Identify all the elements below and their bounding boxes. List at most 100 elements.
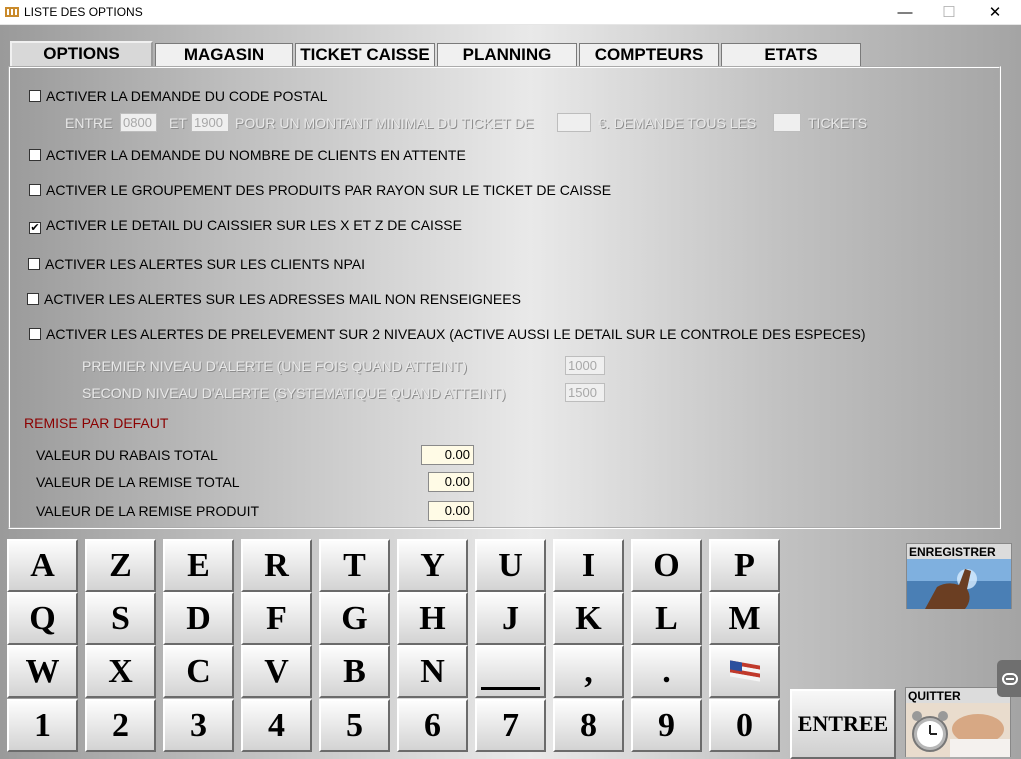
input-second-niveau[interactable]: 1500 [565, 383, 605, 402]
input-remise-total[interactable]: 0.00 [428, 472, 474, 492]
key-h[interactable]: H [397, 592, 468, 645]
close-button[interactable]: ✕ [972, 0, 1018, 25]
client-area: OPTIONS MAGASIN TICKET CAISSE PLANNING C… [0, 25, 1021, 759]
key-u[interactable]: U [475, 539, 546, 592]
tab-planning[interactable]: PLANNING [437, 43, 577, 67]
option-label: ACTIVER LE DETAIL DU CAISSIER SUR LES X … [46, 217, 462, 233]
flag-icon [729, 660, 760, 682]
input-heure-debut[interactable]: 0800 [120, 113, 157, 132]
label-entre: ENTRE [65, 115, 113, 131]
key-i[interactable]: I [553, 539, 624, 592]
option-detail-caissier[interactable]: ✔ ACTIVER LE DETAIL DU CAISSIER SUR LES X… [29, 217, 462, 234]
tab-magasin[interactable]: MAGASIN [155, 43, 293, 67]
key-3[interactable]: 3 [163, 699, 234, 752]
option-code-postal[interactable]: ACTIVER LA DEMANDE DU CODE POSTAL [29, 88, 327, 104]
option-label: ACTIVER LE GROUPEMENT DES PRODUITS PAR R… [46, 182, 612, 198]
key-c[interactable]: C [163, 645, 234, 698]
option-alertes-mail[interactable]: ACTIVER LES ALERTES SUR LES ADRESSES MAI… [27, 291, 521, 307]
key-7[interactable]: 7 [475, 699, 546, 752]
tab-options[interactable]: OPTIONS [10, 41, 153, 68]
option-label: ACTIVER LES ALERTES SUR LES ADRESSES MAI… [44, 291, 521, 307]
key-d[interactable]: D [163, 592, 234, 645]
key-space[interactable] [475, 645, 546, 698]
option-label: ACTIVER LA DEMANDE DU CODE POSTAL [46, 88, 328, 104]
key-r[interactable]: R [241, 539, 312, 592]
input-premier-niveau[interactable]: 1000 [565, 356, 605, 375]
key-k[interactable]: K [553, 592, 624, 645]
quitter-label: QUITTER [908, 689, 961, 703]
label-second-niveau: SECOND NIVEAU D'ALERTE (SYSTEMATIQUE QUA… [82, 385, 506, 401]
input-nombre-tickets[interactable] [773, 113, 801, 132]
key-6[interactable]: 6 [397, 699, 468, 752]
input-heure-fin[interactable]: 1900 [191, 113, 229, 132]
option-clients-attente[interactable]: ACTIVER LA DEMANDE DU NOMBRE DE CLIENTS … [29, 147, 466, 163]
key-w[interactable]: W [7, 645, 78, 698]
key-8[interactable]: 8 [553, 699, 624, 752]
checkbox-code-postal[interactable] [29, 90, 41, 102]
key-n[interactable]: N [397, 645, 468, 698]
maximize-button[interactable]: ☐ [926, 0, 972, 25]
enregistrer-button[interactable]: ENREGISTRER [906, 543, 1012, 609]
input-rabais-total[interactable]: 0.00 [421, 445, 474, 465]
label-remise-produit: VALEUR DE LA REMISE PRODUIT [36, 503, 260, 519]
key-j[interactable]: J [475, 592, 546, 645]
space-bar-icon [481, 687, 540, 690]
key-f[interactable]: F [241, 592, 312, 645]
key-5[interactable]: 5 [319, 699, 390, 752]
label-montant-minimal: POUR UN MONTANT MINIMAL DU TICKET DE [235, 115, 534, 131]
option-alertes-prelevement[interactable]: ACTIVER LES ALERTES DE PRELEVEMENT SUR 2… [29, 326, 866, 342]
key-x[interactable]: X [85, 645, 156, 698]
option-groupement-rayon[interactable]: ACTIVER LE GROUPEMENT DES PRODUITS PAR R… [29, 182, 611, 198]
key-1[interactable]: 1 [7, 699, 78, 752]
key-0[interactable]: 0 [709, 699, 780, 752]
key-4[interactable]: 4 [241, 699, 312, 752]
tab-compteurs[interactable]: COMPTEURS [579, 43, 719, 67]
key-v[interactable]: V [241, 645, 312, 698]
tab-ticket-caisse[interactable]: TICKET CAISSE [295, 43, 435, 67]
option-label: ACTIVER LES ALERTES DE PRELEVEMENT SUR 2… [46, 326, 866, 342]
section-remise-par-defaut: REMISE PAR DEFAUT [24, 415, 169, 431]
key-y[interactable]: Y [397, 539, 468, 592]
key-period[interactable]: . [631, 645, 702, 698]
checkbox-alertes-npai[interactable] [28, 258, 40, 270]
key-language[interactable] [709, 645, 780, 698]
entree-button[interactable]: ENTREE [790, 689, 896, 759]
key-q[interactable]: Q [7, 592, 78, 645]
key-g[interactable]: G [319, 592, 390, 645]
checkbox-detail-caissier-checked[interactable]: ✔ [29, 222, 41, 234]
label-tickets: TICKETS [808, 115, 868, 131]
label-et: ET [169, 115, 187, 131]
checkbox-alertes-mail[interactable] [27, 293, 39, 305]
checkbox-clients-attente[interactable] [29, 149, 41, 161]
key-p[interactable]: P [709, 539, 780, 592]
key-s[interactable]: S [85, 592, 156, 645]
key-l[interactable]: L [631, 592, 702, 645]
input-remise-produit[interactable]: 0.00 [428, 501, 474, 521]
key-b[interactable]: B [319, 645, 390, 698]
checkbox-alertes-prelevement[interactable] [29, 328, 41, 340]
link-icon [1002, 673, 1018, 685]
tab-etats[interactable]: ETATS [721, 43, 861, 67]
key-o[interactable]: O [631, 539, 702, 592]
option-label: ACTIVER LA DEMANDE DU NOMBRE DE CLIENTS … [46, 147, 466, 163]
key-m[interactable]: M [709, 592, 780, 645]
key-comma[interactable]: , [553, 645, 624, 698]
key-a[interactable]: A [7, 539, 78, 592]
option-alertes-npai[interactable]: ACTIVER LES ALERTES SUR LES CLIENTS NPAI [28, 256, 365, 272]
label-rabais-total: VALEUR DU RABAIS TOTAL [36, 447, 218, 463]
checkbox-groupement-rayon[interactable] [29, 184, 41, 196]
option-label: ACTIVER LES ALERTES SUR LES CLIENTS NPAI [45, 256, 366, 272]
key-9[interactable]: 9 [631, 699, 702, 752]
label-remise-total: VALEUR DE LA REMISE TOTAL [36, 474, 240, 490]
key-e[interactable]: E [163, 539, 234, 592]
minimize-button[interactable]: — [882, 0, 928, 25]
quitter-button[interactable]: QUITTER [905, 687, 1011, 757]
key-t[interactable]: T [319, 539, 390, 592]
label-demande-tous-les: €. DEMANDE TOUS LES [598, 115, 757, 131]
window-title: LISTE DES OPTIONS [24, 5, 143, 19]
input-montant-minimal[interactable] [557, 113, 591, 132]
app-icon [5, 7, 19, 17]
side-collapse-tab[interactable] [997, 660, 1021, 697]
key-2[interactable]: 2 [85, 699, 156, 752]
key-z[interactable]: Z [85, 539, 156, 592]
